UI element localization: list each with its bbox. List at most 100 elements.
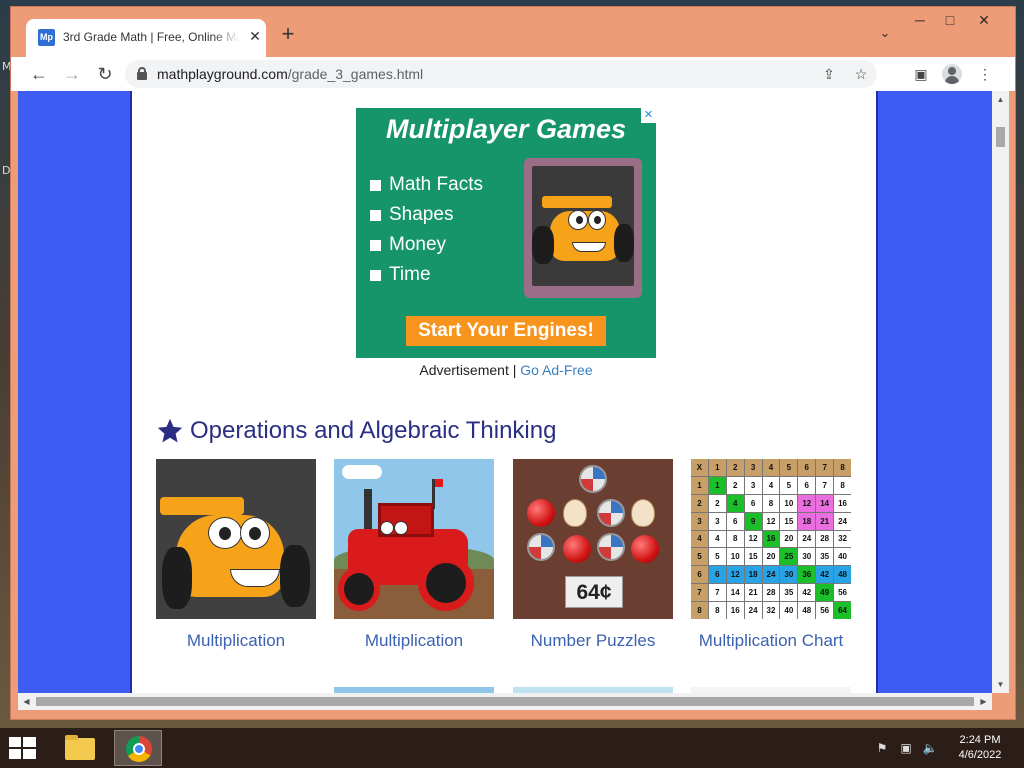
game-card-label[interactable]: Multiplication [156, 631, 316, 651]
ad-title: Multiplayer Games [385, 114, 627, 144]
chart-cell: 28 [762, 584, 780, 602]
game-card-label[interactable]: Number Puzzles [513, 631, 673, 651]
advertisement-banner[interactable]: ✕ Multiplayer Games Math Facts Shapes Mo… [356, 108, 656, 358]
scroll-right-arrow-icon[interactable]: ▶ [975, 693, 992, 710]
horizontal-scroll-thumb[interactable] [36, 697, 974, 706]
chart-cell: 42 [816, 566, 834, 584]
chart-cell: 4 [708, 530, 726, 548]
volume-muted-icon[interactable]: 🔈 [922, 740, 938, 756]
address-bar[interactable]: mathplayground.com/grade_3_games.html ⇪ … [125, 60, 877, 88]
chart-cell: 10 [726, 548, 744, 566]
chart-cell: 10 [780, 494, 798, 512]
tab-search-chevron-icon[interactable]: ⌄ [875, 25, 895, 45]
chart-cell: 18 [744, 566, 762, 584]
game-card-number-puzzles[interactable]: 64¢ Number Puzzles [513, 459, 673, 651]
minimize-button[interactable]: ─ [905, 9, 935, 33]
chart-cell: 56 [816, 602, 834, 619]
chart-cell: 49 [816, 584, 834, 602]
chart-cell: 9 [744, 512, 762, 530]
new-tab-icon[interactable]: + [276, 23, 300, 47]
close-window-button[interactable]: ✕ [969, 9, 999, 33]
chart-header-cell: 7 [691, 584, 708, 602]
chart-cell: 32 [834, 530, 851, 548]
chart-cell: 6 [726, 512, 744, 530]
url-text[interactable]: mathplayground.com/grade_3_games.html [157, 66, 423, 82]
url-host: mathplayground.com [157, 66, 288, 82]
lock-icon[interactable] [137, 67, 147, 80]
windows-start-icon[interactable] [8, 736, 38, 760]
chart-cell: 7 [708, 584, 726, 602]
game-thumbnail[interactable]: X 1 2 3 4 5 6 7 8 1 1 2 3 4 5 6 7 8 2 2 4 6 8 10 12 14 16 3 3 6 9 12 15 1… [691, 459, 851, 619]
ad-topic-label: Time [389, 264, 431, 285]
go-ad-free-link[interactable]: Go Ad-Free [520, 362, 592, 378]
advertisement-label: Advertisement [419, 362, 509, 378]
chart-cell: 24 [798, 530, 816, 548]
chart-cell: 12 [744, 530, 762, 548]
chart-header-cell: 2 [726, 459, 744, 476]
start-engines-button[interactable]: Start Your Engines! [406, 316, 606, 346]
chart-cell: 35 [780, 584, 798, 602]
game-card-label[interactable]: Multiplication Chart [691, 631, 851, 651]
chart-cell: 8 [708, 602, 726, 619]
game-card-multiplication-race[interactable]: Multiplication [156, 459, 316, 651]
scroll-up-arrow-icon[interactable]: ▲ [992, 91, 1009, 108]
chart-cell: 32 [762, 602, 780, 619]
clock-time: 2:24 PM [959, 734, 1001, 746]
bookmark-star-icon[interactable]: ☆ [851, 64, 871, 84]
scroll-down-arrow-icon[interactable]: ▼ [992, 676, 1009, 693]
ad-topic-label: Math Facts [389, 174, 483, 195]
chart-cell: 18 [798, 512, 816, 530]
section-title: Operations and Algebraic Thinking [190, 417, 557, 444]
chart-cell: 25 [780, 548, 798, 566]
browser-tab[interactable]: Mp 3rd Grade Math | Free, Online Math Ga… [26, 19, 266, 57]
chart-cell: 64 [834, 602, 851, 619]
chart-cell: 2 [708, 494, 726, 512]
back-arrow-icon[interactable]: ← [27, 62, 51, 86]
game-thumbnail[interactable]: 64¢ [513, 459, 673, 619]
page-content: ✕ Multiplayer Games Math Facts Shapes Mo… [130, 91, 878, 693]
ad-race-car-image [524, 158, 642, 298]
chart-cell: 14 [726, 584, 744, 602]
game-card-multiplication-chart[interactable]: X 1 2 3 4 5 6 7 8 1 1 2 3 4 5 6 7 8 2 2 4 6 8 10 12 14 16 3 3 6 9 12 15 1… [691, 459, 851, 651]
vertical-scrollbar[interactable]: ▲ ▼ [992, 91, 1009, 693]
side-panel-icon[interactable]: ▣ [909, 62, 933, 86]
chart-cell: 35 [816, 548, 834, 566]
maximize-button[interactable]: □ [935, 9, 965, 33]
bullet-square-icon [370, 179, 381, 191]
game-thumbnail[interactable] [156, 459, 316, 619]
network-icon[interactable]: ▣ [898, 740, 914, 756]
chart-cell: 30 [798, 548, 816, 566]
bullet-square-icon [370, 209, 381, 221]
vertical-scroll-thumb[interactable] [996, 127, 1005, 147]
chart-header-cell: 8 [691, 602, 708, 619]
chart-header-cell: 2 [691, 494, 708, 512]
title-bar: Mp 3rd Grade Math | Free, Online Math Ga… [11, 7, 1015, 57]
chrome-taskbar-icon[interactable] [114, 730, 162, 766]
system-clock[interactable]: 2:24 PM 4/6/2022 [950, 733, 1010, 763]
game-thumbnail[interactable] [334, 459, 494, 619]
file-explorer-icon[interactable] [56, 730, 104, 766]
share-icon[interactable]: ⇪ [819, 64, 839, 84]
chart-cell: 16 [726, 602, 744, 619]
chart-header-cell: 8 [834, 459, 851, 476]
game-card-multiplication-tractor[interactable]: Multiplication [334, 459, 494, 651]
reload-icon[interactable]: ↻ [93, 62, 117, 86]
chart-cell: 20 [780, 530, 798, 548]
ad-caption: Advertisement | Go Ad-Free [132, 362, 880, 378]
tab-close-icon[interactable]: ✕ [246, 27, 264, 45]
chart-header-cell: 4 [691, 530, 708, 548]
chart-cell: 48 [798, 602, 816, 619]
scroll-left-arrow-icon[interactable]: ◀ [18, 693, 35, 710]
chart-cell: 40 [834, 548, 851, 566]
horizontal-scrollbar[interactable]: ◀ ▶ [18, 693, 992, 710]
menu-kebab-icon[interactable]: ⋮ [973, 62, 997, 86]
chart-cell: 15 [744, 548, 762, 566]
game-card-label[interactable]: Multiplication [334, 631, 494, 651]
chart-cell: 40 [780, 602, 798, 619]
action-center-flag-icon[interactable]: ⚑ [874, 740, 890, 756]
forward-arrow-icon[interactable]: → [60, 62, 84, 86]
chart-cell: 8 [762, 494, 780, 512]
chart-header-cell: 6 [691, 566, 708, 584]
chart-cell: 30 [780, 566, 798, 584]
profile-avatar-icon[interactable] [942, 64, 962, 84]
